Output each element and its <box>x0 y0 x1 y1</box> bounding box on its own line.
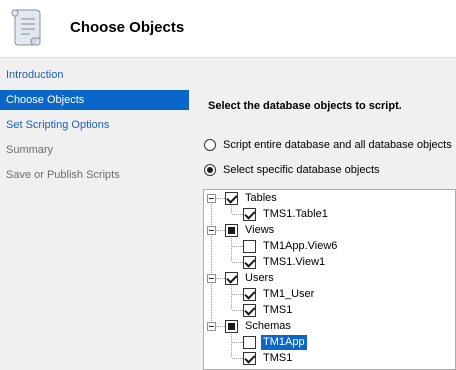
radio-button[interactable] <box>204 139 216 151</box>
radio-label: Select specific database objects <box>223 164 380 176</box>
checkbox[interactable] <box>243 303 256 317</box>
radio-script-entire-database[interactable]: Script entire database and all database … <box>204 137 452 153</box>
collapse-toggle[interactable] <box>207 322 216 331</box>
tree-node-label: TM1App.View6 <box>263 239 338 252</box>
checkbox[interactable] <box>243 335 256 349</box>
checkbox[interactable] <box>243 351 256 365</box>
tree-node-label: TMS1.Table1 <box>263 207 328 220</box>
nav-item-introduction[interactable]: Introduction <box>0 65 189 85</box>
tree-node-label: TMS1 <box>263 351 293 364</box>
tree-node-label: Users <box>245 271 274 284</box>
script-scroll-icon <box>11 9 41 46</box>
tree-node-label: TMS1.View1 <box>263 255 326 268</box>
tree-node-schemas[interactable]: Schemas <box>225 318 293 334</box>
tree-node-label: TM1_User <box>263 287 315 300</box>
tree-node-item[interactable]: TM1App.View6 <box>243 238 339 254</box>
tree-node-item[interactable]: TMS1.Table1 <box>243 206 330 222</box>
object-tree[interactable]: Tables TMS1.Table1 Views TM1App.View6 TM… <box>203 189 456 370</box>
collapse-toggle[interactable] <box>207 194 216 203</box>
radio-button[interactable] <box>204 164 216 176</box>
tree-node-item[interactable]: TMS1 <box>243 302 294 318</box>
checkbox[interactable] <box>225 271 238 285</box>
collapse-toggle[interactable] <box>207 226 216 235</box>
checkbox[interactable] <box>243 255 256 269</box>
nav-item-choose-objects[interactable]: Choose Objects <box>0 90 189 110</box>
wizard-header: Choose Objects <box>0 0 456 58</box>
tree-node-label: Schemas <box>245 319 291 332</box>
instruction-text: Select the database objects to script. <box>208 100 402 112</box>
radio-select-specific-objects[interactable]: Select specific database objects <box>204 162 380 178</box>
nav-item-set-scripting-options[interactable]: Set Scripting Options <box>0 115 189 135</box>
tree-node-item[interactable]: TMS1 <box>243 350 294 366</box>
tree-node-views[interactable]: Views <box>225 222 276 238</box>
tree-node-label: TM1App <box>261 334 307 350</box>
tree-node-item[interactable]: TM1_User <box>243 286 316 302</box>
tree-node-item[interactable]: TMS1.View1 <box>243 254 327 270</box>
tree-node-item[interactable]: TM1App <box>243 334 307 350</box>
checkbox[interactable] <box>225 319 238 333</box>
main-panel: Select the database objects to script. S… <box>191 58 456 370</box>
tree-node-users[interactable]: Users <box>225 270 276 286</box>
checkbox[interactable] <box>243 287 256 301</box>
nav-item-save-or-publish-scripts: Save or Publish Scripts <box>6 169 120 181</box>
tree-node-label: Tables <box>245 191 277 204</box>
wizard-sidebar: Introduction Choose Objects Set Scriptin… <box>0 58 191 370</box>
checkbox[interactable] <box>243 207 256 221</box>
checkbox[interactable] <box>225 191 238 205</box>
checkbox[interactable] <box>243 239 256 253</box>
nav-item-summary: Summary <box>6 144 54 156</box>
checkbox[interactable] <box>225 223 238 237</box>
tree-node-label: Views <box>245 223 275 236</box>
tree-node-label: TMS1 <box>263 303 293 316</box>
page-title: Choose Objects <box>70 19 185 36</box>
collapse-toggle[interactable] <box>207 274 216 283</box>
tree-node-tables[interactable]: Tables <box>225 190 279 206</box>
radio-label: Script entire database and all database … <box>223 139 452 151</box>
